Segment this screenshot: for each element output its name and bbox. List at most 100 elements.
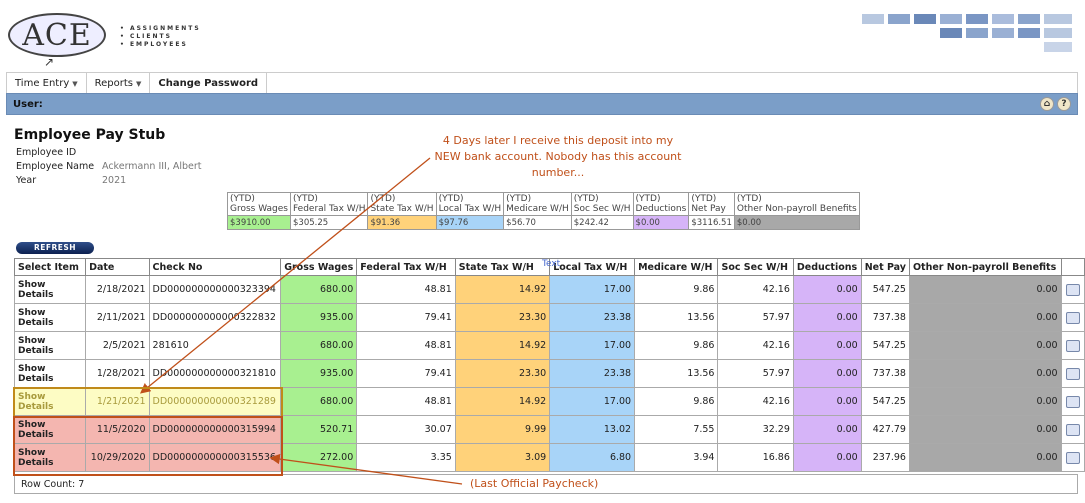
cell-other: 0.00	[908, 275, 1062, 304]
show-details-link[interactable]: Show Details	[13, 303, 87, 332]
column-header[interactable]: Deductions	[792, 258, 862, 276]
ytd-value: $0.00	[733, 215, 860, 230]
ytd-header: (YTD) Gross Wages	[227, 192, 291, 216]
ytd-header: (YTD) Other Non-payroll Benefits	[733, 192, 860, 216]
column-header[interactable]: Date	[85, 258, 150, 276]
cell-state: 14.92	[454, 387, 551, 416]
cell-ded: 0.00	[792, 303, 862, 332]
show-details-link[interactable]: Show Details	[13, 443, 87, 472]
cell-state: 23.30	[454, 359, 551, 388]
column-header[interactable]: Gross Wages	[280, 258, 358, 276]
printer-icon[interactable]	[1065, 339, 1080, 352]
ytd-header: (YTD) State Tax W/H	[367, 192, 437, 216]
show-details-link[interactable]: Show Details	[13, 415, 87, 444]
cell-socsec: 57.97	[717, 303, 794, 332]
column-header[interactable]: Local Tax W/H	[549, 258, 636, 276]
cell-other: 0.00	[908, 387, 1062, 416]
table-row: Show Details 2/11/2021 DD00000000000032283…	[13, 303, 1085, 332]
cell-gross: 680.00	[280, 275, 358, 304]
cell-date: 11/5/2020	[85, 415, 150, 444]
print-cell	[1060, 415, 1085, 444]
column-header[interactable]: Federal Tax W/H	[356, 258, 456, 276]
print-cell	[1060, 443, 1085, 472]
cell-state: 14.92	[454, 331, 551, 360]
column-header[interactable]: Check No	[148, 258, 282, 276]
cell-other: 0.00	[908, 303, 1062, 332]
show-details-link[interactable]: Show Details	[13, 359, 87, 388]
cell-local: 23.38	[549, 359, 636, 388]
table-row: Show Details 1/21/2021 DD00000000000032128…	[13, 387, 1085, 416]
menu-time-entry[interactable]: Time Entry ▼	[7, 73, 87, 94]
show-details-link[interactable]: Show Details	[13, 387, 87, 416]
refresh-button[interactable]: REFRESH	[16, 242, 94, 254]
cell-ded: 0.00	[792, 415, 862, 444]
cell-fed: 48.81	[356, 275, 456, 304]
cell-fed: 79.41	[356, 303, 456, 332]
ytd-header: (YTD) Net Pay	[688, 192, 735, 216]
cell-socsec: 42.16	[717, 387, 794, 416]
menu-reports[interactable]: Reports ▼	[87, 73, 151, 94]
year-label: Year	[16, 175, 37, 186]
cell-net: 427.79	[860, 415, 910, 444]
cell-check: DD000000000000315536	[148, 443, 282, 472]
column-header[interactable]: State Tax W/H	[454, 258, 551, 276]
ytd-header: (YTD) Medicare W/H	[503, 192, 572, 216]
print-cell	[1060, 387, 1085, 416]
cell-medicare: 7.55	[634, 415, 719, 444]
show-details-link[interactable]: Show Details	[13, 275, 87, 304]
cell-net: 547.25	[860, 331, 910, 360]
cell-ded: 0.00	[792, 387, 862, 416]
printer-icon[interactable]	[1065, 311, 1080, 324]
ytd-value: $242.42	[570, 215, 634, 230]
cell-medicare: 9.86	[634, 387, 719, 416]
employee-name-label: Employee Name	[16, 161, 95, 172]
table-row: Show Details 10/29/2020 DD0000000000003155…	[13, 443, 1085, 472]
print-cell	[1060, 359, 1085, 388]
ytd-value: $56.70	[503, 215, 572, 230]
cell-check: 281610	[148, 331, 282, 360]
ytd-header: (YTD) Local Tax W/H	[435, 192, 505, 216]
cell-local: 6.80	[549, 443, 636, 472]
printer-icon[interactable]	[1065, 423, 1080, 436]
cell-date: 2/11/2021	[85, 303, 150, 332]
ytd-value: $3116.51	[688, 215, 735, 230]
ytd-header: (YTD) Deductions	[632, 192, 690, 216]
column-header[interactable]: Medicare W/H	[634, 258, 719, 276]
cell-fed: 3.35	[356, 443, 456, 472]
ytd-value: $97.76	[435, 215, 505, 230]
column-header[interactable]: Net Pay	[860, 258, 910, 276]
cell-net: 737.38	[860, 359, 910, 388]
column-header[interactable]: Select Item	[13, 258, 87, 276]
printer-icon[interactable]	[1065, 395, 1080, 408]
cell-date: 10/29/2020	[85, 443, 150, 472]
column-header-print	[1060, 258, 1085, 276]
printer-icon[interactable]	[1065, 451, 1080, 464]
cell-ded: 0.00	[792, 359, 862, 388]
column-header[interactable]: Other Non-payroll Benefits	[908, 258, 1062, 276]
printer-icon[interactable]	[1065, 283, 1080, 296]
menu-change-password[interactable]: Change Password	[150, 73, 268, 94]
cell-socsec: 16.86	[717, 443, 794, 472]
ytd-value: $91.36	[367, 215, 437, 230]
cell-net: 547.25	[860, 387, 910, 416]
cell-other: 0.00	[908, 443, 1062, 472]
cell-medicare: 3.94	[634, 443, 719, 472]
cell-other: 0.00	[908, 415, 1062, 444]
cell-local: 17.00	[549, 387, 636, 416]
cell-medicare: 9.86	[634, 331, 719, 360]
home-icon[interactable]: ⌂	[1040, 97, 1054, 111]
cell-medicare: 13.56	[634, 303, 719, 332]
employee-name-value: Ackermann III, Albert	[102, 161, 202, 172]
show-details-link[interactable]: Show Details	[13, 331, 87, 360]
help-icon[interactable]: ?	[1057, 97, 1071, 111]
cell-check: DD000000000000322832	[148, 303, 282, 332]
column-header[interactable]: Soc Sec W/H	[717, 258, 794, 276]
printer-icon[interactable]	[1065, 367, 1080, 380]
cell-local: 17.00	[549, 275, 636, 304]
cell-fed: 48.81	[356, 387, 456, 416]
ytd-value: $0.00	[632, 215, 690, 230]
cell-check: DD000000000000321810	[148, 359, 282, 388]
tooltip-text: Text	[542, 259, 561, 269]
annotation-deposit-note: 4 Days later I receive this deposit into…	[434, 134, 682, 179]
cell-socsec: 42.16	[717, 275, 794, 304]
